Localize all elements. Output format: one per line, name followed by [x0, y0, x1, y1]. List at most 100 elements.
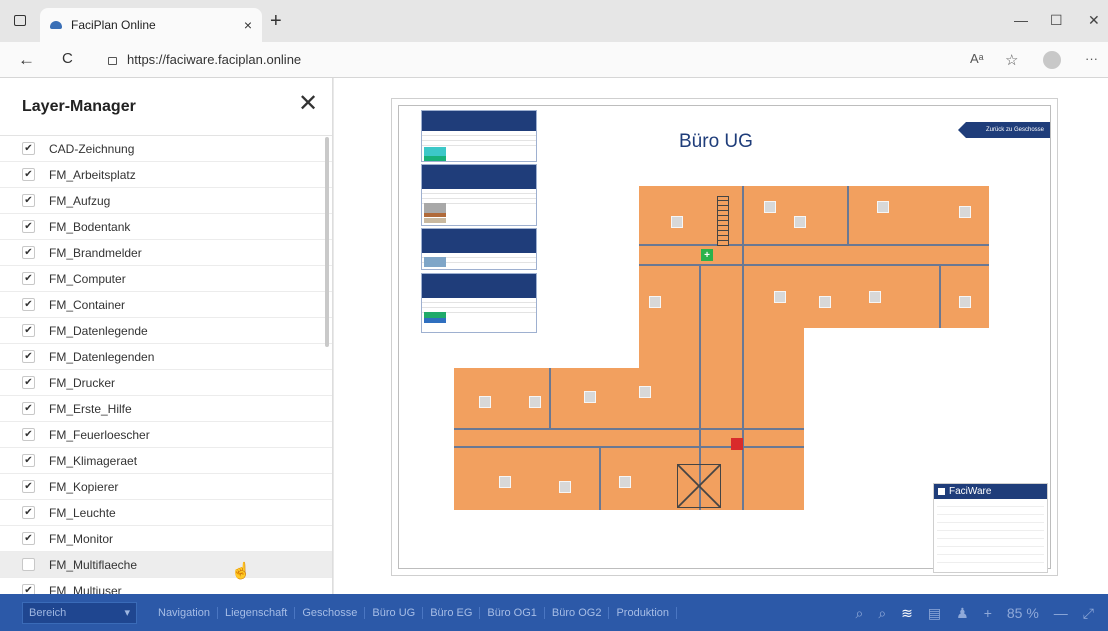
layer-manager-panel: Layer-Manager ✕ ✔ CAD-Zeichnung ✔ FM_Arbeit… — [0, 78, 333, 594]
layer-checkbox[interactable]: ✔ — [22, 376, 35, 389]
back-to-floors-button[interactable]: Zurück zu Geschosse — [958, 122, 1050, 138]
reload-button[interactable]: C — [62, 50, 73, 67]
fire-extinguisher-icon — [731, 438, 743, 450]
floor-tab[interactable]: Büro UG — [365, 606, 424, 619]
layer-row[interactable]: ✔ FM_Leuchte — [0, 500, 332, 526]
layer-label: FM_Datenlegende — [49, 323, 148, 338]
layer-checkbox[interactable]: ✔ — [22, 220, 35, 233]
layer-row[interactable]: ✔ FM_Erste_Hilfe — [0, 396, 332, 422]
layer-checkbox[interactable]: ✔ — [22, 272, 35, 285]
layer-label: FM_Datenlegenden — [49, 349, 155, 364]
toolbar-tool-icon[interactable]: ⌕ — [878, 605, 886, 622]
url-field[interactable]: https://faciware.faciplan.online — [108, 52, 301, 67]
maximize-button[interactable]: ☐ — [1050, 12, 1063, 29]
layer-checkbox[interactable]: ✔ — [22, 428, 35, 441]
layer-checkbox[interactable]: ✔ — [22, 350, 35, 363]
layer-row[interactable]: ✔ FM_Feuerloescher — [0, 422, 332, 448]
area-select[interactable]: Bereich ▾ — [22, 601, 137, 624]
layer-row[interactable]: ✔ FM_Datenlegenden — [0, 344, 332, 370]
plan-viewer[interactable]: Büro UG Zurück zu Geschosse + FaciWare — [334, 78, 1108, 594]
layer-label: FM_Multiflaeche — [49, 557, 138, 572]
browser-tab[interactable]: FaciPlan Online × — [40, 8, 262, 42]
profile-avatar[interactable] — [1043, 51, 1061, 69]
tab-actions-icon[interactable] — [14, 15, 26, 26]
floor-tab[interactable]: Büro OG1 — [480, 606, 545, 619]
layer-row[interactable]: FM_Multiflaeche — [0, 552, 332, 578]
layer-manager-header: Layer-Manager ✕ — [0, 78, 332, 136]
toolbar-tool-icon[interactable]: ⌕ — [855, 605, 863, 622]
layer-checkbox[interactable] — [22, 558, 35, 571]
layer-manager-title: Layer-Manager — [22, 97, 136, 115]
legend-box — [421, 228, 537, 270]
toolbar-tool-icon[interactable]: ⤢ — [1083, 605, 1094, 622]
layer-label: FM_Container — [49, 297, 126, 312]
floor-tab[interactable]: Produktion — [609, 606, 678, 619]
toolbar-tool-icon[interactable]: 85 % — [1007, 605, 1039, 622]
layer-checkbox[interactable]: ✔ — [22, 402, 35, 415]
floor-plan-corridor — [639, 328, 804, 368]
layer-list: ✔ CAD-Zeichnung ✔ FM_Arbeitsplatz ✔ FM_Aufzug… — [0, 136, 332, 594]
layer-row[interactable]: ✔ FM_Datenlegende — [0, 318, 332, 344]
layer-checkbox[interactable]: ✔ — [22, 584, 35, 594]
layer-checkbox[interactable]: ✔ — [22, 454, 35, 467]
new-tab-button[interactable]: + — [270, 10, 282, 33]
layer-row[interactable]: ✔ FM_Drucker — [0, 370, 332, 396]
lock-icon — [108, 57, 117, 65]
layer-row[interactable]: ✔ FM_Aufzug — [0, 188, 332, 214]
layer-row[interactable]: ✔ FM_Arbeitsplatz — [0, 162, 332, 188]
address-bar: ← C https://faciware.faciplan.online Aᵃ … — [0, 42, 1108, 78]
layer-row[interactable]: ✔ FM_Brandmelder — [0, 240, 332, 266]
menu-icon[interactable]: ··· — [1085, 51, 1098, 66]
layer-checkbox[interactable]: ✔ — [22, 298, 35, 311]
layer-checkbox[interactable]: ✔ — [22, 142, 35, 155]
layer-label: FM_Computer — [49, 271, 126, 286]
logo-text: FaciWare — [949, 486, 992, 497]
layer-row[interactable]: ✔ CAD-Zeichnung — [0, 136, 332, 162]
back-button[interactable]: ← — [18, 50, 35, 70]
scrollbar[interactable] — [325, 137, 329, 347]
layer-label: FM_Multiuser — [49, 583, 122, 595]
layer-label: FM_Monitor — [49, 531, 114, 546]
layer-row[interactable]: ✔ FM_Multiuser — [0, 578, 332, 594]
floor-tab[interactable]: Büro OG2 — [545, 606, 610, 619]
toolbar-tool-icon[interactable]: ♟ — [956, 605, 969, 622]
reader-mode-icon[interactable]: Aᵃ — [970, 51, 984, 66]
close-tab-icon[interactable]: × — [244, 17, 252, 33]
layer-row[interactable]: ✔ FM_Computer — [0, 266, 332, 292]
hand-cursor-icon: ☝ — [231, 563, 251, 580]
layer-label: CAD-Zeichnung — [49, 141, 135, 156]
chevron-down-icon: ▾ — [124, 607, 130, 619]
layer-checkbox[interactable]: ✔ — [22, 324, 35, 337]
layer-checkbox[interactable]: ✔ — [22, 480, 35, 493]
layer-row[interactable]: ✔ FM_Bodentank — [0, 214, 332, 240]
layer-checkbox[interactable]: ✔ — [22, 194, 35, 207]
layer-checkbox[interactable]: ✔ — [22, 246, 35, 259]
favorite-icon[interactable]: ☆ — [1005, 51, 1018, 69]
close-window-button[interactable]: ✕ — [1088, 12, 1100, 29]
layer-label: FM_Drucker — [49, 375, 116, 390]
plan-title: Büro UG — [679, 131, 753, 152]
toolbar-tool-icon[interactable]: ≋ — [901, 605, 913, 622]
layer-checkbox[interactable]: ✔ — [22, 168, 35, 181]
close-icon[interactable]: ✕ — [298, 92, 318, 116]
bottom-toolbar: Bereich ▾ Navigation Liegenschaft Geschoss… — [0, 594, 1108, 631]
layer-row[interactable]: ✔ FM_Monitor — [0, 526, 332, 552]
layer-checkbox[interactable]: ✔ — [22, 506, 35, 519]
toolbar-tool-icon[interactable]: + — [984, 605, 992, 622]
layer-row[interactable]: ✔ FM_Kopierer — [0, 474, 332, 500]
minimize-button[interactable]: — — [1014, 12, 1028, 28]
floor-tab[interactable]: Liegenschaft — [218, 606, 296, 619]
layer-row[interactable]: ✔ FM_Klimageraet — [0, 448, 332, 474]
layer-checkbox[interactable]: ✔ — [22, 532, 35, 545]
floor-tab[interactable]: Navigation — [151, 606, 218, 619]
floor-tab[interactable]: Geschosse — [295, 606, 366, 619]
floor-tab[interactable]: Büro EG — [423, 606, 481, 619]
layer-label: FM_Feuerloescher — [49, 427, 150, 442]
layer-label: FM_Kopierer — [49, 479, 119, 494]
toolbar-tool-icon[interactable]: — — [1054, 605, 1068, 622]
layer-row[interactable]: ✔ FM_Container — [0, 292, 332, 318]
layer-label: FM_Leuchte — [49, 505, 116, 520]
toolbar-tool-icon[interactable]: ▤ — [928, 605, 941, 622]
layer-label: FM_Erste_Hilfe — [49, 401, 132, 416]
layer-label: FM_Aufzug — [49, 193, 111, 208]
